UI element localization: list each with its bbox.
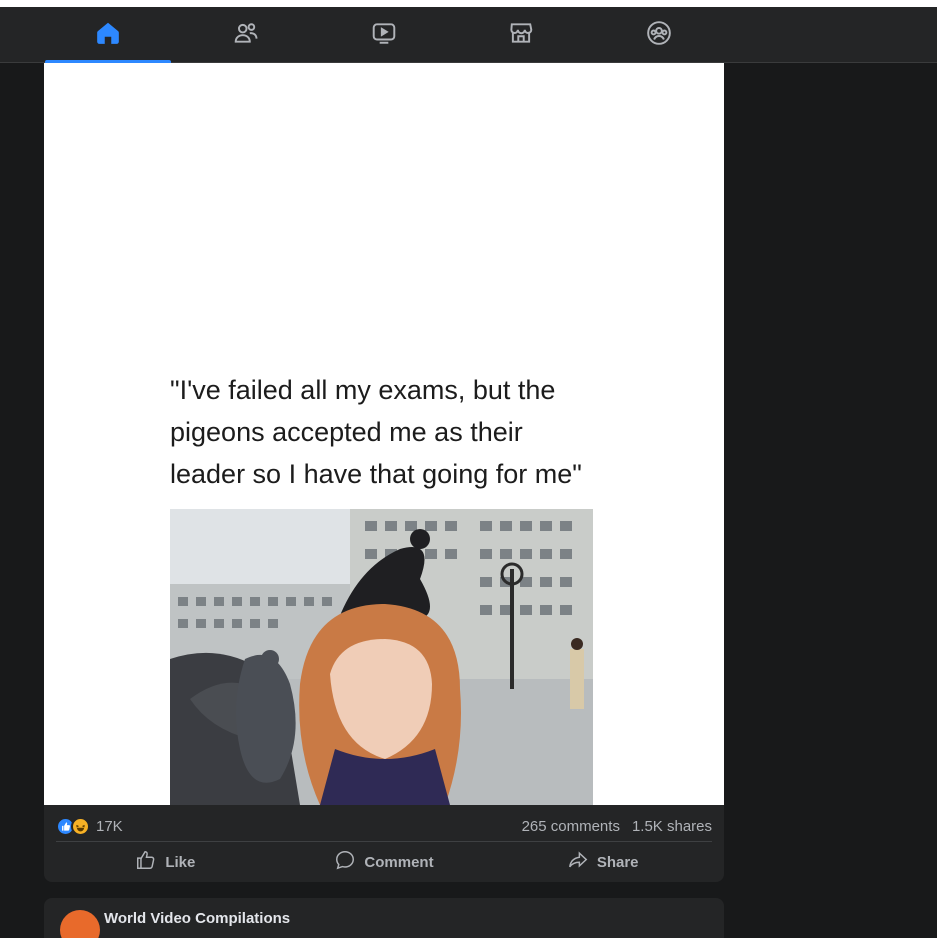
comments-count-link[interactable]: 265 comments (522, 818, 620, 835)
friends-icon (233, 20, 259, 51)
meme-caption-line: leader so I have that going for me" (170, 459, 582, 489)
tab-friends[interactable] (183, 7, 309, 63)
tab-marketplace[interactable] (458, 7, 584, 63)
like-button[interactable]: Like (56, 844, 275, 880)
reaction-count: 17K (96, 817, 123, 835)
tab-watch[interactable] (321, 7, 447, 63)
thumbs-up-icon (135, 849, 157, 875)
reactions-summary[interactable]: 17K (56, 816, 123, 836)
feed-post: "I've failed all my exams, but the pigeo… (44, 63, 724, 882)
post-image[interactable]: "I've failed all my exams, but the pigeo… (44, 63, 724, 805)
divider (56, 841, 712, 842)
watch-icon (371, 20, 397, 51)
meme-caption: "I've failed all my exams, but the pigeo… (170, 369, 610, 495)
tab-groups[interactable] (596, 7, 722, 63)
tab-home[interactable] (45, 7, 171, 63)
next-feed-post: World Video Compilations (44, 898, 724, 938)
share-arrow-icon (567, 849, 589, 875)
browser-top-edge (0, 0, 937, 7)
post-stats: 17K 265 comments 1.5K shares (56, 813, 712, 839)
top-navigation-bar (0, 7, 937, 63)
share-button[interactable]: Share (493, 844, 712, 880)
groups-icon (646, 20, 672, 51)
page-avatar[interactable] (60, 910, 100, 938)
meme-photo (170, 509, 593, 805)
comment-label: Comment (364, 853, 434, 871)
haha-reaction-icon (71, 816, 90, 836)
reaction-icons (56, 816, 90, 836)
comment-bubble-icon (334, 849, 356, 875)
share-label: Share (596, 853, 639, 871)
meme-caption-line: pigeons accepted me as their (170, 417, 523, 447)
engagement-counts: 265 comments 1.5K shares (522, 818, 712, 835)
shares-count-link[interactable]: 1.5K shares (632, 818, 712, 835)
post-author-name[interactable]: World Video Compilations (104, 910, 290, 927)
meme-caption-line: "I've failed all my exams, but the (170, 375, 556, 405)
like-label: Like (165, 853, 196, 871)
marketplace-icon (508, 20, 534, 51)
post-action-bar: Like Comment Share (56, 844, 712, 880)
comment-button[interactable]: Comment (275, 844, 494, 880)
home-icon (95, 20, 121, 51)
